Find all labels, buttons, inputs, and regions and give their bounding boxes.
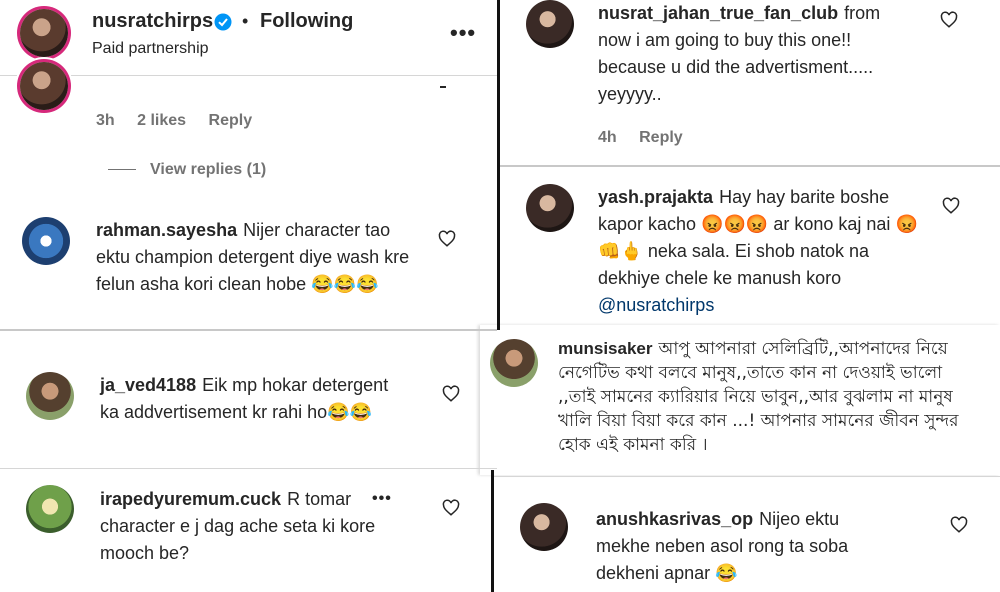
comment-avatar[interactable] [526,184,574,232]
comment-username[interactable]: anushkasrivas_op [596,509,753,529]
right-panel-divider-1 [500,165,1000,167]
comment-avatar[interactable] [26,372,74,420]
header-divider [0,75,497,76]
comment-likes-count[interactable]: 2 likes [137,112,186,129]
right-comment-panel-4: anushkasrivas_op Nijeo ektu mekhe neben a… [496,478,1000,592]
header-separator: • [242,11,249,31]
reply-button[interactable]: Reply [209,112,253,129]
comment-username[interactable]: ja_ved4188 [100,375,196,395]
comment-avatar[interactable] [22,217,70,265]
left-comment-panel-3: irapedyuremum.cuck R tomar character e j … [0,470,490,592]
post-author-avatar[interactable] [20,9,68,57]
comment-body: munsisaker আপু আপনারা সেলিব্রিটি,,আপনাদের… [558,337,978,457]
comment-meta: 4h Reply [598,129,701,147]
comment-emoji-1: 😡😡😡 [701,214,769,234]
collage-divider-lower [491,470,494,592]
view-replies-line [108,169,136,171]
left-panel-divider-1 [0,329,497,331]
more-options-button[interactable]: ••• [450,20,476,46]
comment-avatar[interactable] [26,485,74,533]
comment-username[interactable]: rahman.sayesha [96,220,237,240]
comment-username[interactable]: yash.prajakta [598,187,713,207]
comment-emoji: 😂😂😂 [311,274,379,294]
heart-outline-icon[interactable] [940,11,958,29]
left-panel-divider-2 [0,468,497,469]
comment-time: 4h [598,129,617,146]
left-comment-panel-2: ja_ved4188 Eik mp hokar detergent ka addv… [0,332,497,467]
comment-more-button[interactable]: ••• [372,490,392,508]
heart-outline-icon[interactable] [442,385,460,403]
comment-avatar[interactable] [526,0,574,48]
comment-text-part-2: ar kono kaj nai [773,214,891,234]
comment-username[interactable]: nusrat_jahan_true_fan_club [598,3,838,23]
comment-body: anushkasrivas_op Nijeo ektu mekhe neben a… [596,506,896,587]
verified-badge-icon [214,13,232,31]
comment-body: ja_ved4188 Eik mp hokar detergent ka addv… [100,372,410,426]
following-button[interactable]: Following [260,10,353,33]
left-comment-panel-1: rahman.sayesha Nijer character tao ektu c… [0,197,497,327]
comment-avatar[interactable] [520,503,568,551]
post-author-username[interactable]: nusratchirps [92,10,213,33]
heart-outline-icon[interactable] [442,499,460,517]
right-comment-panel-3: munsisaker আপু আপনারা সেলিব্রিটি,,আপনাদের… [480,325,1000,475]
comment-body: rahman.sayesha Nijer character tao ektu c… [96,217,426,298]
heart-outline-icon[interactable] [950,516,968,534]
comment-body: yash.prajakta Hay hay barite boshe kapor … [598,184,918,319]
right-comment-panel-2: yash.prajakta Hay hay barite boshe kapor … [502,168,1000,323]
comment-truncated-marker [440,86,446,88]
comment-body: nusrat_jahan_true_fan_club from now i am … [598,0,918,108]
comment-time: 3h [96,112,115,129]
comment-emoji: 😂😂 [327,402,372,422]
paid-partnership-label[interactable]: Paid partnership [92,40,209,58]
reply-button[interactable]: Reply [639,129,683,146]
comment-avatar-partial[interactable] [20,62,68,110]
heart-outline-icon[interactable] [438,230,456,248]
view-replies-button[interactable]: View replies (1) [108,161,266,179]
comment-username[interactable]: irapedyuremum.cuck [100,489,281,509]
left-top-panel: nusratchirps • Following Paid partnershi… [0,0,497,197]
comment-mention[interactable]: @nusratchirps [598,295,714,315]
right-comment-panel-1: nusrat_jahan_true_fan_club from now i am … [502,0,1000,164]
view-replies-label[interactable]: View replies (1) [150,161,266,178]
right-panel-divider-2 [494,476,1000,477]
comment-avatar[interactable] [490,339,538,387]
comment-meta: 3h 2 likes Reply [96,112,270,130]
comment-emoji: 😂 [715,563,738,583]
comment-username[interactable]: munsisaker [558,339,653,358]
heart-outline-icon[interactable] [942,197,960,215]
